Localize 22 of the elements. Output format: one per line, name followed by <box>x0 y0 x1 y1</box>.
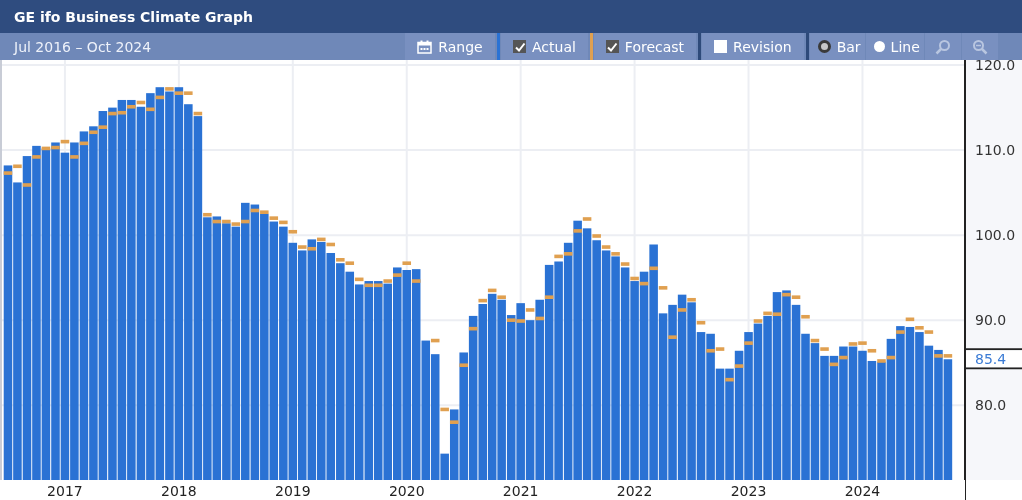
date-range: Jul 2016 – Oct 2024 <box>12 37 153 57</box>
series-checkbox[interactable]: Revision <box>702 33 804 60</box>
axis-label: 2021 <box>502 483 539 499</box>
chart-type-radio[interactable]: Line <box>865 33 924 60</box>
series-checkbox[interactable]: Actual <box>501 33 588 60</box>
axis-label: 110.0 <box>975 142 1016 159</box>
axis-label: 2020 <box>388 483 425 499</box>
axis-label: 2019 <box>275 483 311 499</box>
chart-type-radio[interactable]: Bar <box>809 33 865 60</box>
window-title: GE ifo Business Climate Graph <box>14 8 253 25</box>
axis-label: 100.0 <box>975 227 1016 244</box>
series-checkbox[interactable]: Forecast <box>593 33 697 60</box>
range-button[interactable]: Range <box>405 33 495 60</box>
axis-label: 2022 <box>616 483 653 499</box>
last-value-label: 85.4 <box>975 351 1007 368</box>
axis-label: 2024 <box>844 483 881 499</box>
axis-label: 90.0 <box>975 312 1007 329</box>
axis-label: 2017 <box>47 483 83 499</box>
axis-label: 80.0 <box>975 397 1007 414</box>
axis-label: 2018 <box>161 483 197 499</box>
axis-label: 2023 <box>730 483 767 499</box>
axis-label: 120.0 <box>975 60 1016 74</box>
